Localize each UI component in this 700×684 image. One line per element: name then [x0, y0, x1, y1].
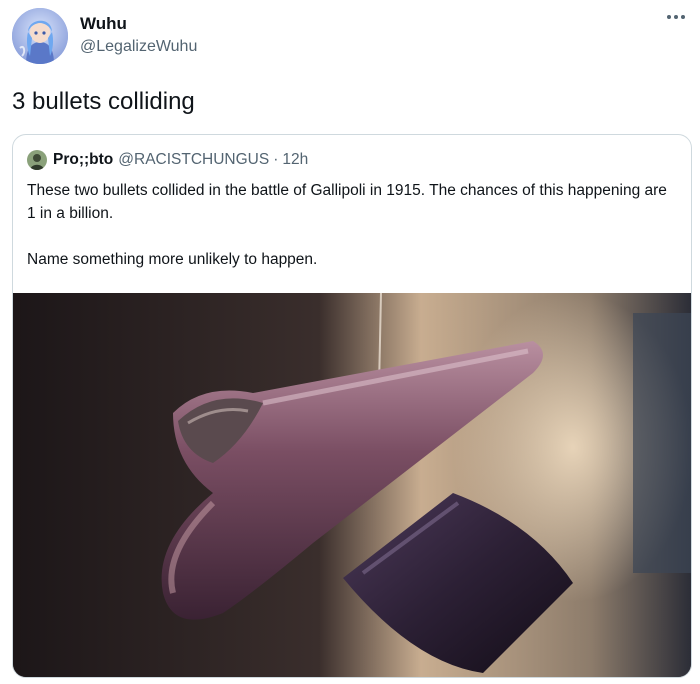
more-options-button[interactable] [662, 6, 690, 28]
more-horizontal-icon [667, 15, 685, 19]
quoted-tweet-time[interactable]: 12h [282, 151, 308, 169]
quoted-paragraph: Name something more unlikely to happen. [27, 251, 318, 268]
author-avatar[interactable] [12, 8, 68, 64]
quoted-tweet-header: Pro;;bto @RACISTCHUNGUS · 12h [27, 149, 308, 171]
quoted-author-avatar[interactable] [27, 150, 47, 170]
tweet-text: 3 bullets colliding [12, 88, 195, 115]
anime-character-avatar-icon [12, 8, 68, 64]
collided-bullets-photo-icon [13, 293, 691, 677]
quoted-tweet-card[interactable]: Pro;;bto @RACISTCHUNGUS · 12h These two … [12, 134, 692, 678]
author-name[interactable]: Wuhu [80, 14, 127, 34]
quoted-tweet-text: These two bullets collided in the battle… [27, 179, 677, 271]
header-separator: · [273, 151, 279, 168]
quoted-tweet-photo[interactable] [13, 293, 691, 677]
quoted-author-handle[interactable]: @RACISTCHUNGUS [118, 151, 269, 169]
quoted-paragraph: These two bullets collided in the battle… [27, 182, 667, 222]
user-avatar-icon [27, 150, 47, 170]
author-handle[interactable]: @LegalizeWuhu [80, 38, 197, 56]
quoted-author-name[interactable]: Pro;;bto [53, 151, 113, 169]
